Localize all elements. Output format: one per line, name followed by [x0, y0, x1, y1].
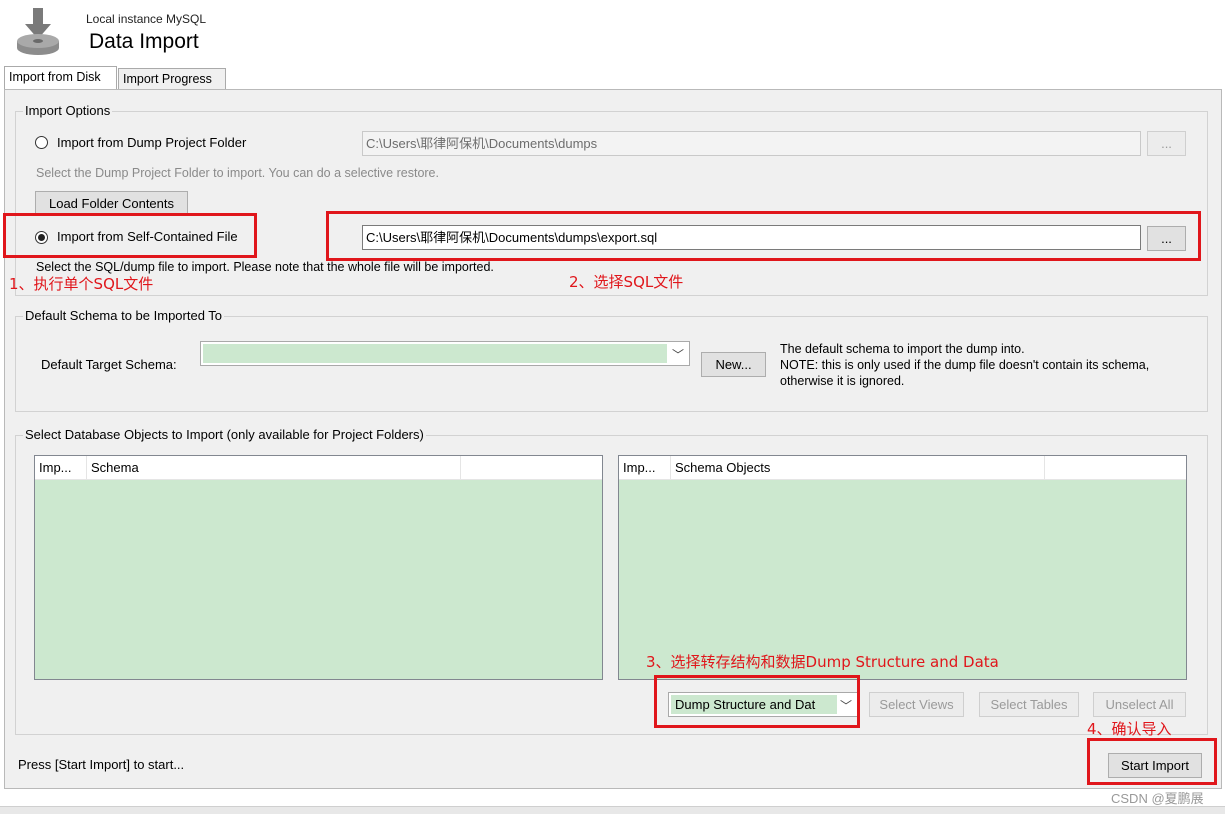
schema-list[interactable]: Imp... Schema	[34, 455, 603, 680]
annotation-1: 1、执行单个SQL文件	[9, 275, 154, 293]
target-schema-value	[203, 344, 667, 363]
target-schema-select[interactable]: ﹀	[200, 341, 690, 366]
schema-list-header: Imp... Schema	[35, 456, 602, 480]
default-schema-note: The default schema to import the dump in…	[780, 341, 1149, 389]
column-header-imp[interactable]: Imp...	[35, 456, 87, 479]
annotation-2: 2、选择SQL文件	[569, 273, 684, 291]
unselect-all-button[interactable]: Unselect All	[1093, 692, 1186, 717]
dump-folder-browse-button[interactable]: ...	[1147, 131, 1186, 156]
csdn-watermark: CSDN @夏鹏展	[1111, 791, 1204, 806]
column-header-imp[interactable]: Imp...	[619, 456, 671, 479]
dump-type-select[interactable]: Dump Structure and Dat ﹀	[668, 692, 858, 717]
annotation-3: 3、选择转存结构和数据Dump Structure and Data	[646, 653, 999, 671]
status-text: Press [Start Import] to start...	[18, 757, 185, 772]
connection-subtitle: Local instance MySQL	[86, 12, 207, 26]
start-import-button[interactable]: Start Import	[1108, 753, 1202, 778]
annotation-4: 4、确认导入	[1087, 720, 1172, 738]
dump-folder-radio[interactable]	[35, 136, 48, 149]
default-schema-label: Default Schema to be Imported To	[23, 308, 225, 323]
select-views-button[interactable]: Select Views	[869, 692, 964, 717]
new-schema-button[interactable]: New...	[701, 352, 766, 377]
schema-list-body[interactable]	[35, 480, 602, 679]
schema-objects-header: Imp... Schema Objects	[619, 456, 1186, 480]
sql-file-browse-button[interactable]: ...	[1147, 226, 1186, 251]
page-title: Data Import	[89, 30, 199, 53]
column-header-schema-objects[interactable]: Schema Objects	[671, 456, 1045, 479]
dump-folder-path-field[interactable]: C:\Users\耶律阿保机\Documents\dumps	[362, 131, 1141, 156]
note-line-2: NOTE: this is only used if the dump file…	[780, 358, 1150, 372]
load-folder-contents-button[interactable]: Load Folder Contents	[35, 191, 188, 216]
tab-import-from-disk[interactable]: Import from Disk	[4, 66, 117, 89]
download-disk-icon	[17, 8, 59, 55]
dump-folder-hint: Select the Dump Project Folder to import…	[36, 166, 439, 180]
target-schema-label: Default Target Schema:	[41, 357, 177, 372]
import-options-label: Import Options	[23, 103, 113, 118]
self-contained-hint: Select the SQL/dump file to import. Plea…	[36, 260, 494, 274]
note-line-1: The default schema to import the dump in…	[780, 342, 1025, 356]
db-objects-label: Select Database Objects to Import (only …	[23, 427, 426, 442]
dump-type-value: Dump Structure and Dat	[671, 695, 837, 714]
dump-folder-label[interactable]: Import from Dump Project Folder	[57, 135, 246, 150]
self-contained-radio[interactable]	[35, 231, 48, 244]
schema-objects-list[interactable]: Imp... Schema Objects	[618, 455, 1187, 680]
tab-import-progress[interactable]: Import Progress	[118, 68, 226, 89]
column-header-schema[interactable]: Schema	[87, 456, 461, 479]
self-contained-label[interactable]: Import from Self-Contained File	[57, 229, 238, 244]
schema-objects-body[interactable]	[619, 480, 1186, 679]
chevron-down-icon: ﹀	[839, 699, 852, 713]
note-line-3: otherwise it is ignored.	[780, 374, 905, 388]
sql-file-path-field[interactable]: C:\Users\耶律阿保机\Documents\dumps\export.sq…	[362, 225, 1141, 250]
chevron-down-icon: ﹀	[671, 348, 684, 362]
select-tables-button[interactable]: Select Tables	[979, 692, 1079, 717]
